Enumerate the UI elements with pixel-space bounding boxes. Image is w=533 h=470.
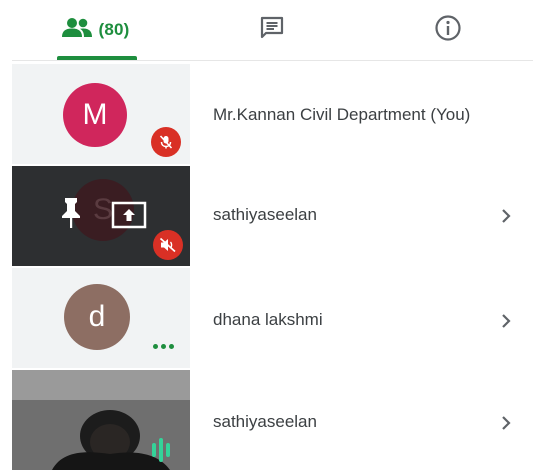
- pin-icon[interactable]: [58, 196, 84, 235]
- screen-share-icon[interactable]: [111, 201, 147, 234]
- participant-tabs: (80): [0, 0, 533, 62]
- participant-name: Mr.Kannan Civil Department (You): [213, 105, 471, 124]
- speaking-indicator-icon: [152, 438, 170, 462]
- chevron-right-icon[interactable]: [496, 206, 516, 226]
- tabs-divider: [12, 60, 533, 61]
- more-dots-icon: [153, 344, 174, 349]
- avatar-letter: S: [92, 193, 113, 226]
- mic-muted-icon: [151, 127, 181, 157]
- chevron-right-icon[interactable]: [496, 413, 516, 433]
- avatar: M: [63, 83, 127, 147]
- avatar-letter: M: [82, 98, 108, 131]
- tab-people[interactable]: (80): [40, 0, 152, 60]
- participant-name: dhana lakshmi: [213, 310, 323, 329]
- participant-row[interactable]: S sathiyaseelan: [0, 166, 533, 266]
- tab-chat[interactable]: [216, 0, 328, 60]
- participant-video-tile: [12, 370, 190, 470]
- people-icon: [62, 17, 93, 44]
- info-icon: [434, 14, 462, 47]
- participant-tile: S: [12, 166, 190, 266]
- participant-row[interactable]: sathiyaseelan: [0, 370, 533, 470]
- participant-name: sathiyaseelan: [213, 412, 317, 431]
- participant-row[interactable]: d dhana lakshmi: [0, 268, 533, 368]
- participant-count: (80): [98, 20, 130, 39]
- volume-muted-icon: [153, 230, 183, 260]
- participant-name: sathiyaseelan: [213, 205, 317, 224]
- participant-tile: M: [12, 64, 190, 164]
- tab-info[interactable]: [392, 0, 504, 60]
- participant-tile: d: [12, 268, 190, 368]
- chat-icon: [259, 15, 285, 46]
- participant-row[interactable]: M Mr.Kannan Civil Department (You): [0, 64, 533, 164]
- avatar-letter: d: [88, 300, 106, 333]
- avatar: d: [64, 284, 130, 350]
- chevron-right-icon[interactable]: [496, 311, 516, 331]
